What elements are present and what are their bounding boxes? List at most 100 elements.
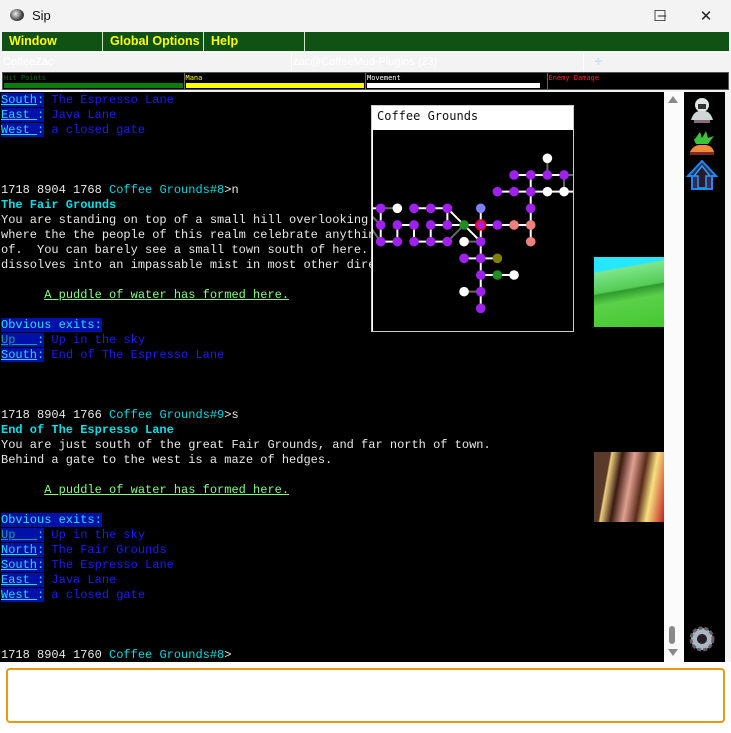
exit-link[interactable]: West — [1, 588, 38, 602]
map-room[interactable] — [392, 203, 403, 214]
map-room[interactable] — [375, 203, 386, 214]
map-room[interactable] — [459, 236, 469, 247]
map-room[interactable] — [459, 286, 469, 297]
map-room[interactable] — [525, 236, 536, 247]
output-scrollbar[interactable] — [664, 92, 682, 662]
map-room[interactable] — [492, 220, 503, 230]
map-room[interactable] — [475, 203, 486, 214]
status-bar-fill — [4, 83, 183, 88]
map-room[interactable] — [475, 236, 486, 247]
map-room[interactable] — [525, 220, 536, 230]
exit-link[interactable]: South — [1, 93, 38, 107]
output-text: >n — [224, 183, 239, 197]
map-room[interactable] — [392, 220, 403, 230]
map-room[interactable] — [409, 220, 419, 230]
menu-window[interactable]: Window — [2, 32, 103, 51]
map-room[interactable] — [442, 236, 453, 247]
exit-link[interactable]: East — [1, 108, 38, 122]
scroll-up-arrow-icon[interactable] — [668, 96, 678, 103]
tab-coffeemud-plugins[interactable]: zac@CoffeeMud-Plugins (23) — [292, 53, 584, 71]
map-room[interactable] — [509, 186, 519, 197]
exit-link-visited[interactable]: Up — [1, 528, 38, 542]
status-hit-points: Hit Points — [3, 73, 185, 89]
status-movement: Movement — [366, 73, 548, 89]
portal-icon[interactable] — [686, 160, 718, 190]
map-room[interactable] — [442, 220, 453, 230]
maximize-button[interactable]: ☐ — [637, 0, 683, 31]
exit-description: Up in the sky — [44, 528, 146, 542]
plant-icon[interactable] — [686, 128, 718, 158]
status-label: Movement — [367, 74, 401, 82]
output-text: 1718 8904 1760 — [1, 648, 110, 662]
map-room[interactable] — [425, 220, 436, 230]
scroll-thumb[interactable] — [669, 626, 675, 644]
map-room[interactable] — [509, 220, 519, 230]
output-line: Obvious exits: — [1, 513, 102, 528]
status-bars: Hit Points Mana Movement Enemy Damage — [2, 72, 729, 90]
map-room[interactable] — [459, 253, 469, 264]
map-room[interactable] — [525, 203, 536, 214]
settings-gear-icon[interactable] — [686, 624, 718, 654]
exit-description: Java Lane — [44, 573, 117, 587]
map-room[interactable] — [492, 186, 503, 197]
exit-link[interactable]: South — [1, 558, 38, 572]
output-text: You are just south of the great Fair Gro… — [1, 438, 491, 452]
exit-link[interactable]: West — [1, 123, 38, 137]
output-line: You are just south of the great Fair Gro… — [1, 438, 491, 453]
status-label: Mana — [185, 74, 203, 82]
map-room[interactable] — [392, 236, 403, 247]
output-line: Up : Up in the sky — [1, 333, 145, 348]
map-room[interactable] — [409, 203, 419, 214]
add-tab-button[interactable]: + — [584, 53, 729, 71]
exits-header: Obvious exits: — [1, 513, 102, 527]
map-room[interactable] — [492, 253, 503, 264]
menu-global-options[interactable]: Global Options — [103, 32, 204, 51]
output-text: of. You can barely see a small town sout… — [1, 243, 369, 257]
item-link[interactable]: A puddle of water has formed here. — [44, 288, 289, 302]
tab-coffeezac[interactable]: CoffeeZac — [2, 53, 292, 71]
map-canvas[interactable] — [373, 130, 573, 331]
exit-description: End of The Espresso Lane — [44, 348, 225, 362]
map-room[interactable] — [475, 286, 486, 297]
map-room[interactable] — [559, 186, 569, 197]
window-title: Sip — [32, 8, 51, 23]
output-line: South: End of The Espresso Lane — [1, 348, 224, 363]
exit-link-visited[interactable]: Up — [1, 333, 38, 347]
exit-description: The Espresso Lane — [44, 93, 174, 107]
map-room[interactable] — [442, 203, 453, 214]
map-room[interactable] — [492, 270, 503, 280]
map-room[interactable] — [475, 270, 486, 280]
map-room[interactable] — [542, 186, 553, 197]
exit-link[interactable]: North — [1, 543, 38, 557]
menu-help[interactable]: Help — [204, 32, 305, 51]
map-room[interactable] — [542, 153, 553, 164]
map-room[interactable] — [559, 170, 569, 180]
room-name: Coffee Grounds#8 — [109, 648, 225, 662]
map-window[interactable]: Coffee Grounds — [371, 105, 574, 332]
output-line: 1718 8904 1768 Coffee Grounds#8>n — [1, 183, 239, 198]
map-room[interactable] — [409, 236, 419, 247]
map-room[interactable] — [509, 170, 519, 180]
map-current-room[interactable] — [475, 219, 487, 231]
exit-link[interactable]: East — [1, 573, 38, 587]
map-room[interactable] — [475, 303, 486, 314]
map-room[interactable] — [459, 220, 469, 230]
scroll-down-arrow-icon[interactable] — [668, 649, 678, 656]
map-room[interactable] — [375, 220, 386, 230]
map-room[interactable] — [425, 203, 436, 214]
output-line: End of The Espresso Lane — [1, 423, 174, 438]
exit-link[interactable]: South — [1, 348, 38, 362]
exit-description: a closed gate — [44, 123, 146, 137]
map-room[interactable] — [509, 270, 519, 280]
map-room[interactable] — [375, 236, 386, 247]
item-link[interactable]: A puddle of water has formed here. — [44, 483, 289, 497]
command-input[interactable] — [6, 668, 725, 723]
map-room[interactable] — [525, 186, 536, 197]
map-room[interactable] — [525, 170, 536, 180]
map-room[interactable] — [475, 253, 486, 264]
ghost-icon[interactable] — [686, 96, 718, 126]
map-room[interactable] — [542, 170, 553, 180]
map-room[interactable] — [425, 236, 436, 247]
exit-description: The Fair Grounds — [44, 543, 167, 557]
close-button[interactable]: ✕ — [683, 0, 729, 31]
